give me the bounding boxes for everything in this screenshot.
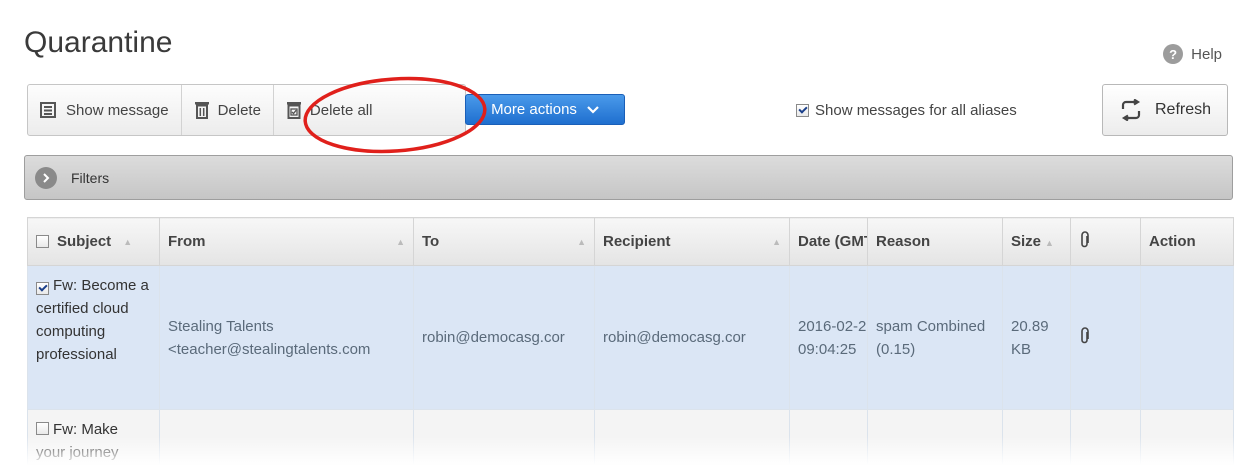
show-message-button[interactable]: Show message [28,85,181,135]
delete-button[interactable]: Delete [180,85,273,135]
show-aliases-toggle[interactable]: Show messages for all aliases [796,102,1017,119]
to-column-header[interactable]: To ▲ [413,217,595,266]
row-date: 2016-02-2 [798,317,867,335]
date-column-header[interactable]: Date (GMT [789,217,868,266]
row-to: robin@democasg.cor [422,329,565,346]
action-header-label: Action [1149,233,1196,250]
row-recipient: robin@democasg.cor [603,329,746,346]
size-header-label: Size [1011,233,1042,250]
more-actions-label: More actions [491,101,577,118]
toolbar: Show message Delete Delete all [27,84,466,136]
row-subject: Fw: Become a certified cloud computing p… [36,277,149,363]
row-size: 20.89 KB [1011,317,1049,358]
size-column-header[interactable]: Size ▲ [1002,217,1071,266]
sort-icon: ▲ [396,236,405,247]
page-fade [0,436,1238,473]
sort-icon: ▲ [772,236,781,247]
more-actions-button[interactable]: More actions [465,94,625,125]
sort-icon: ▲ [123,236,133,247]
subject-header-label: Subject [57,233,112,250]
help-icon: ? [1163,44,1184,64]
row-time: 09:04:25 [798,340,857,358]
row-action-cell[interactable] [1140,265,1234,410]
subject-column-header[interactable]: Subject ▲ [27,217,160,266]
select-all-checkbox[interactable] [36,235,49,248]
row-checkbox[interactable] [36,282,49,295]
message-icon [40,102,56,118]
recipient-header-label: Recipient [603,233,671,250]
refresh-icon [1121,99,1141,121]
expand-arrow-icon [35,166,57,189]
show-message-label: Show message [66,101,169,119]
from-header-label: From [168,233,206,250]
recipient-column-header[interactable]: Recipient ▲ [594,217,790,266]
action-column-header: Action [1140,217,1234,266]
quarantine-table: Subject ▲ From ▲ To ▲ Recipient ▲ Date (GMT … [27,217,1234,470]
sort-icon: ▲ [1045,238,1054,248]
show-aliases-label: Show messages for all aliases [815,102,1017,119]
filters-label: Filters [71,169,110,186]
paperclip-icon [1081,230,1089,247]
show-aliases-checkbox[interactable] [796,104,809,117]
sort-icon: ▲ [577,236,586,247]
reason-column-header[interactable]: Reason [867,217,1003,266]
reason-header-label: Reason [876,233,931,250]
refresh-label: Refresh [1154,101,1212,118]
table-row[interactable]: Fw: Become a certified cloud computing p… [27,265,1234,410]
delete-label: Delete [217,101,261,119]
delete-all-button[interactable]: Delete all [272,85,385,135]
row-reason: spam Combined (0.15) [876,317,986,358]
help-link[interactable]: ? Help [1163,44,1222,64]
row-checkbox[interactable] [36,422,49,435]
delete-all-label: Delete all [309,101,373,119]
date-header-label: Date (GMT [798,233,868,250]
from-column-header[interactable]: From ▲ [159,217,414,266]
to-header-label: To [422,233,440,250]
refresh-button[interactable]: Refresh [1102,84,1228,136]
chevron-down-icon [587,105,599,114]
row-from: Stealing Talents <teacher@stealingtalent… [168,317,371,358]
attachment-column-header[interactable] [1070,217,1141,266]
attachment-icon[interactable] [1079,326,1091,345]
page-title: Quarantine [24,26,173,59]
filters-panel-header[interactable]: Filters [24,155,1233,200]
help-label: Help [1191,45,1222,63]
delete-all-icon [286,102,301,119]
trash-icon [194,102,209,119]
